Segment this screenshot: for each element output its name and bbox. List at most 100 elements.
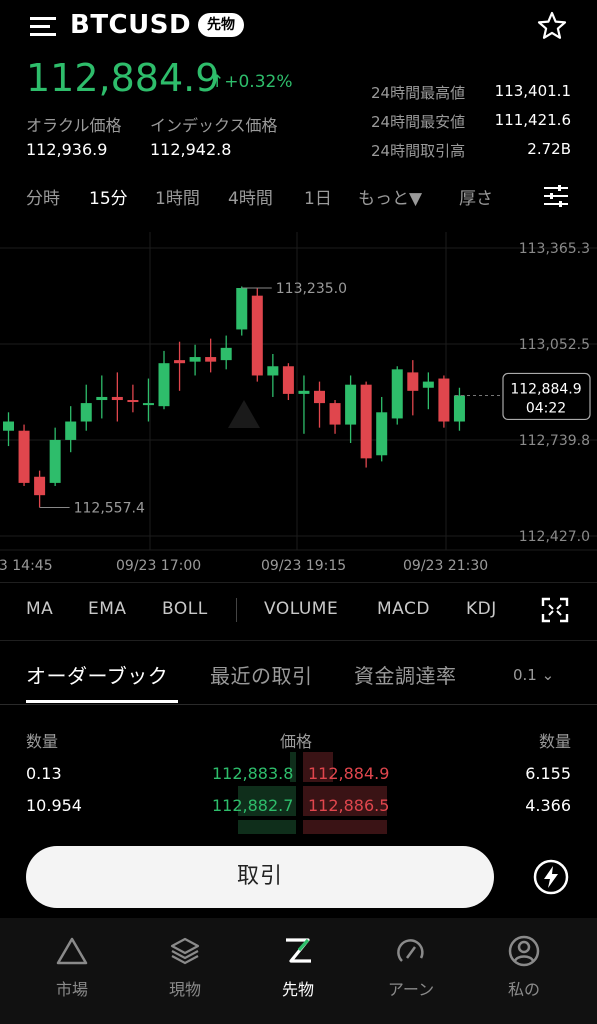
candle-body xyxy=(422,381,434,388)
last-price: 112,884.9 xyxy=(26,56,220,100)
candle-body xyxy=(65,421,77,440)
divider xyxy=(0,704,597,705)
candle-body xyxy=(298,390,310,394)
interval-time[interactable]: 分時 xyxy=(26,184,60,209)
countdown-label: 04:22 xyxy=(526,400,566,416)
interval-15m[interactable]: 15分 xyxy=(89,184,128,209)
candle-body xyxy=(18,430,30,483)
candle-body xyxy=(453,395,465,422)
candle-body xyxy=(127,400,139,403)
interval-4h[interactable]: 4時間 xyxy=(228,184,273,209)
interval-depth[interactable]: 厚さ xyxy=(459,184,493,209)
fullscreen-expand-icon[interactable] xyxy=(540,596,570,624)
candle-body xyxy=(251,295,263,376)
time-axis-label: 09/23 17:00 xyxy=(116,558,201,574)
candle-body xyxy=(111,396,123,401)
futures-badge: 先物 xyxy=(198,13,244,37)
divider xyxy=(0,640,597,641)
stat-value: 2.72B xyxy=(527,140,571,158)
candlestick-chart[interactable]: 113,235.0 112,557.4 113,365.3 113,052.5 112,… xyxy=(0,232,597,582)
favorite-star-icon[interactable] xyxy=(536,10,568,42)
tab-recent-trades[interactable]: 最近の取引 xyxy=(210,660,313,689)
candle-body xyxy=(158,363,170,407)
futures-logo-icon xyxy=(286,938,311,963)
ask-qty[interactable]: 6.155 xyxy=(525,764,571,783)
candle-body xyxy=(360,384,372,459)
candle-body xyxy=(49,439,61,483)
market-triangle-icon xyxy=(56,937,88,965)
indicator-boll[interactable]: BOLL xyxy=(162,599,208,619)
low-marker-label: 112,557.4 xyxy=(74,500,145,516)
col-bid-qty: 数量 xyxy=(26,732,59,751)
stat-value: 111,421.6 xyxy=(494,111,571,129)
interval-1d[interactable]: 1日 xyxy=(304,184,332,209)
nav-earn[interactable]: アーン xyxy=(366,934,456,1000)
bid-qty[interactable]: 10.954 xyxy=(26,796,82,815)
stat-24h-volume: 24時間取引高 2.72B xyxy=(371,140,571,161)
candle-body xyxy=(174,360,186,364)
candle-body xyxy=(205,357,217,362)
candle-body xyxy=(142,403,154,406)
candle-body xyxy=(345,384,357,425)
trade-button[interactable]: 取引 xyxy=(26,846,494,908)
col-ask-qty: 数量 xyxy=(538,732,571,751)
candle-body xyxy=(34,476,46,496)
nav-label: アーン xyxy=(387,980,435,999)
quick-trade-bolt-icon[interactable] xyxy=(532,858,570,896)
bid-price[interactable]: 112,883.8 xyxy=(212,764,293,783)
nav-label: 現物 xyxy=(168,980,201,999)
time-axis-label: 09/23 21:30 xyxy=(403,558,488,574)
tab-funding-rate[interactable]: 資金調達率 xyxy=(354,660,457,689)
indicator-ema[interactable]: EMA xyxy=(88,599,127,619)
nav-market[interactable]: 市場 xyxy=(27,934,117,1000)
candle-body xyxy=(189,357,201,362)
candle-body xyxy=(3,421,14,431)
candle-body xyxy=(407,372,419,391)
indicator-macd[interactable]: MACD xyxy=(377,599,430,619)
chart-settings-icon[interactable] xyxy=(542,184,570,208)
candle-body xyxy=(329,403,341,425)
symbol-title[interactable]: BTCUSD xyxy=(70,10,191,40)
price-tick-label: 112,739.8 xyxy=(519,433,590,449)
time-axis-label: 09/23 19:15 xyxy=(261,558,346,574)
indicator-divider xyxy=(236,598,237,622)
candle-body xyxy=(376,412,388,456)
divider xyxy=(0,582,597,583)
time-axis-label: 23 14:45 xyxy=(0,558,53,574)
indicator-volume[interactable]: VOLUME xyxy=(264,599,338,619)
candle-body xyxy=(438,378,450,422)
ask-qty[interactable]: 4.366 xyxy=(525,796,571,815)
depth-precision-select[interactable]: 0.1 ⌄ xyxy=(513,666,554,684)
bottom-nav: 市場 現物 先物 アーン 私の xyxy=(0,918,597,1024)
price-chart[interactable]: 113,235.0 112,557.4 113,365.3 113,052.5 112,… xyxy=(0,232,597,582)
indicator-ma[interactable]: MA xyxy=(26,599,53,619)
stat-24h-low: 24時間最安値 111,421.6 xyxy=(371,111,571,132)
oracle-price-value: 112,936.9 xyxy=(26,140,108,159)
nav-futures[interactable]: 先物 xyxy=(253,934,343,1000)
tab-orderbook[interactable]: オーダーブック xyxy=(26,660,168,689)
interval-more[interactable]: もっと▼ xyxy=(358,184,422,209)
price-tick-label: 113,052.5 xyxy=(519,337,590,353)
watermark-logo xyxy=(228,400,260,428)
nav-label: 市場 xyxy=(55,980,88,999)
nav-profile[interactable]: 私の xyxy=(479,934,569,1000)
stat-24h-high: 24時間最高値 113,401.1 xyxy=(371,82,571,103)
ask-price[interactable]: 112,886.5 xyxy=(308,796,389,815)
stat-label: 24時間取引高 xyxy=(371,142,466,160)
high-marker-label: 113,235.0 xyxy=(276,281,347,297)
spot-layers-icon xyxy=(170,937,200,965)
bid-qty[interactable]: 0.13 xyxy=(26,764,62,783)
candle-body xyxy=(220,347,232,361)
nav-spot[interactable]: 現物 xyxy=(140,934,230,1000)
candle-body xyxy=(96,396,108,401)
interval-1h[interactable]: 1時間 xyxy=(155,184,200,209)
bid-depth-bar xyxy=(238,820,296,834)
indicator-kdj[interactable]: KDJ xyxy=(466,599,497,619)
candle-body xyxy=(391,369,403,419)
ask-price[interactable]: 112,884.9 xyxy=(308,764,389,783)
bid-price[interactable]: 112,882.7 xyxy=(212,796,293,815)
price-tick-label: 113,365.3 xyxy=(519,241,590,257)
current-price-label: 112,884.9 xyxy=(510,381,581,397)
menu-icon[interactable] xyxy=(28,12,60,40)
candle-body xyxy=(267,366,279,376)
